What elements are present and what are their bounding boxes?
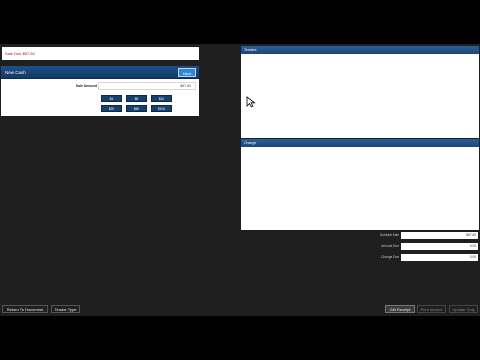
mouse-cursor-icon (246, 96, 256, 108)
quick-amount-button-1[interactable]: $1 (101, 95, 122, 102)
tender-type-button[interactable]: Tender Type (51, 305, 80, 313)
tender-panel-title: New Cash (5, 70, 26, 75)
change-panel-header: Change (241, 139, 479, 147)
amount-due-value: 0.00 (401, 243, 478, 250)
tender-panel: New Cash Next Sale Amount $67.60 $1 $5 $… (1, 66, 199, 116)
sale-amount-input[interactable]: $67.60 (98, 82, 196, 90)
quick-amount-button-50[interactable]: $50 (126, 105, 147, 112)
tenders-panel-header: Tenders (241, 46, 479, 54)
quick-amount-button-20[interactable]: $20 (101, 105, 122, 112)
print-invoice-button[interactable]: Print Invoice (417, 305, 446, 313)
quick-amount-button-100[interactable]: $100 (151, 105, 172, 112)
tenders-panel: Tenders (241, 46, 479, 138)
sale-amount-label: Sale Amount (75, 84, 97, 88)
change-panel: Change (241, 139, 479, 230)
return-to-document-button[interactable]: Return To Document (2, 305, 48, 313)
quick-amount-button-5[interactable]: $5 (126, 95, 147, 102)
pos-tender-screen: Sale Due $67.60 New Cash Next Sale Amoun… (0, 44, 480, 316)
change-due-value: 0.00 (401, 254, 478, 261)
gift-receipt-button[interactable]: Gift Receipt (385, 305, 415, 313)
letterbox-bottom (0, 316, 480, 360)
tender-panel-header: New Cash Next (1, 66, 199, 79)
tender-next-button[interactable]: Next (178, 68, 196, 77)
amount-due-label: Amount Due (381, 244, 399, 248)
letterbox-top (0, 0, 480, 44)
change-due-label: Change Due (381, 255, 399, 259)
update-only-button[interactable]: Update Only (449, 305, 478, 313)
sale-due-banner: Sale Due $67.60 (2, 47, 199, 60)
quick-amount-button-10[interactable]: $10 (151, 95, 172, 102)
subtotal-sale-value: $67.60 (401, 232, 478, 239)
subtotal-sale-label: Subtotal Sale (380, 233, 399, 237)
